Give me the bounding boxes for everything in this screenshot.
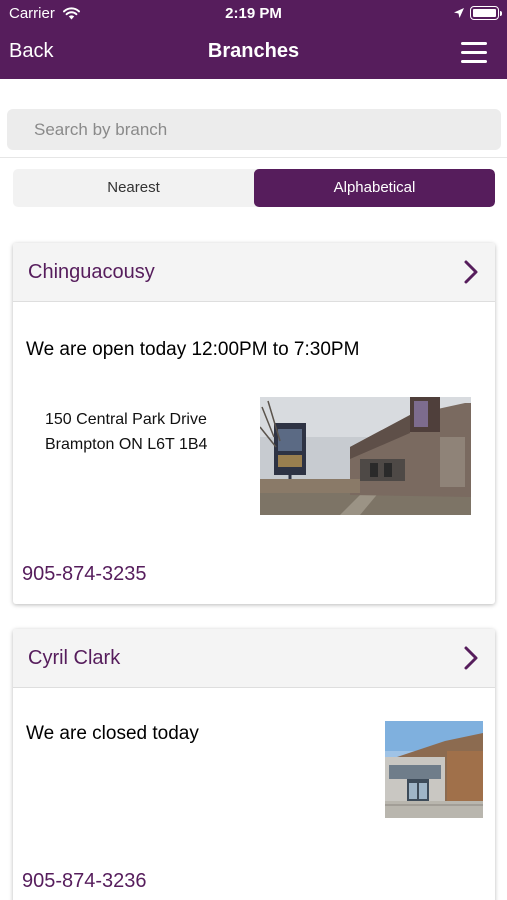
branch-name: Cyril Clark xyxy=(28,647,121,669)
status-bar: Carrier 2:19 PM xyxy=(0,0,507,28)
branch-header[interactable]: Cyril Clark xyxy=(13,629,495,688)
page-title: Branches xyxy=(207,40,300,62)
branch-header[interactable]: Chinguacousy xyxy=(13,243,495,302)
branch-card-cyril-clark: Cyril Clark We are closed today 905-874-… xyxy=(13,629,495,900)
address-line-2: Brampton ON L6T 1B4 xyxy=(45,436,208,453)
nav-bar: Carrier 2:19 PM Back Branches xyxy=(0,0,507,79)
branch-card-chinguacousy: Chinguacousy We are open today 12:00PM t… xyxy=(13,243,495,604)
phone-link[interactable]: 905-874-3235 xyxy=(22,563,147,586)
location-arrow-icon xyxy=(454,8,464,18)
address-line-1: 150 Central Park Drive xyxy=(45,411,207,428)
back-button[interactable]: Back xyxy=(9,40,53,63)
status-time: 2:19 PM xyxy=(225,5,282,22)
chevron-right-icon xyxy=(464,260,478,284)
tab-nearest[interactable]: Nearest xyxy=(13,169,254,207)
sort-segmented-control: Nearest Alphabetical xyxy=(13,169,495,207)
branch-address: 150 Central Park Drive Brampton ON L6T 1… xyxy=(45,407,207,457)
chevron-right-icon xyxy=(464,646,478,670)
battery-icon xyxy=(470,6,502,20)
search-bar xyxy=(0,79,507,158)
hamburger-menu-icon[interactable] xyxy=(461,42,489,64)
branch-photo xyxy=(260,397,471,515)
phone-link[interactable]: 905-874-3236 xyxy=(22,870,147,893)
branch-name: Chinguacousy xyxy=(28,261,155,283)
branch-hours: We are open today 12:00PM to 7:30PM xyxy=(26,339,360,360)
search-input[interactable] xyxy=(7,109,501,150)
branch-photo xyxy=(385,721,483,818)
tab-alphabetical[interactable]: Alphabetical xyxy=(254,169,495,207)
branch-hours: We are closed today xyxy=(26,723,199,744)
